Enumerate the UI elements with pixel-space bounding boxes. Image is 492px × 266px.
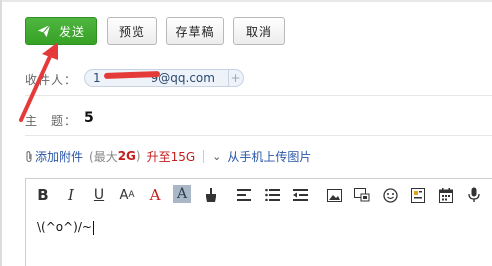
calendar-icon[interactable] [436,185,456,205]
editor-text: \(^o^)/~ [37,220,92,234]
send-label: 发送 [58,24,85,39]
subject-input[interactable]: 5 [84,110,94,126]
chevron-down-icon[interactable]: ⌄ [212,150,221,163]
screenshot-icon[interactable] [352,185,372,205]
subject-divider [25,135,492,136]
mobile-upload-link[interactable]: 从手机上传图片 [227,148,311,165]
attachment-row: 添加附件 (最大 2G ) 升至15G ⌄ 从手机上传图片 [25,148,311,164]
attachment-limit-value: 2G [117,149,136,163]
recipient-address-prefix: 1 [93,71,101,85]
message-editor[interactable]: B I U AA A A \(^o^)/~ [25,178,492,266]
font-size-icon[interactable]: AA [117,185,137,205]
upgrade-storage-link[interactable]: 升至15G [147,148,196,165]
cancel-button[interactable]: 取消 [233,17,285,45]
save-draft-button[interactable]: 存草稿 [166,17,224,45]
list-icon[interactable] [262,185,282,205]
template-icon[interactable] [408,185,428,205]
editor-toolbar: B I U AA A A [26,179,492,211]
font-color-icon[interactable]: A [145,185,165,205]
recipient-address-suffix: 9@qq.com [150,71,215,85]
window-top-border [0,0,492,2]
underline-icon[interactable]: U [89,185,109,205]
text-caret [92,220,94,235]
image-icon[interactable] [324,185,344,205]
attachment-limit-open: (最大 [89,149,118,164]
align-icon[interactable] [234,185,254,205]
window-left-border [0,0,2,266]
bold-icon[interactable]: B [33,185,53,205]
attachment-divider [203,149,205,163]
format-brush-icon[interactable] [201,185,221,205]
highlight-icon[interactable]: A [173,185,191,203]
paperclip-icon [26,150,32,162]
paper-plane-icon [37,24,51,38]
indent-icon[interactable] [290,185,310,205]
preview-button[interactable]: 预览 [107,17,157,45]
voice-icon[interactable] [464,185,484,205]
recipient-divider [25,95,492,96]
attachment-limit-close: ) [135,149,141,163]
annotation-arrow [19,42,58,122]
italic-icon[interactable]: I [61,185,81,205]
add-attachment-link[interactable]: 添加附件 [35,148,83,165]
emoji-icon[interactable] [380,185,400,205]
editor-content[interactable]: \(^o^)/~ [37,220,94,235]
add-recipient-button[interactable]: + [228,70,242,86]
